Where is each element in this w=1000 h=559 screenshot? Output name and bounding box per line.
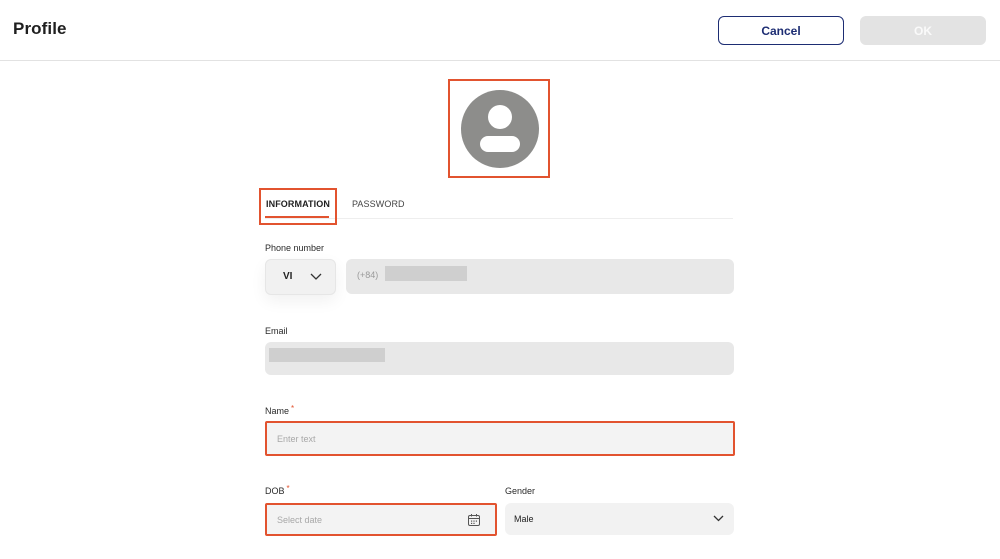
cancel-button[interactable]: Cancel: [718, 16, 844, 45]
gender-label: Gender: [505, 486, 536, 496]
redacted-email-value: [269, 348, 385, 362]
avatar-frame[interactable]: [448, 79, 550, 178]
phone-prefix: (+84): [357, 270, 379, 280]
redacted-phone-value: [385, 266, 467, 281]
ok-button[interactable]: OK: [860, 16, 986, 45]
country-code-value: VI: [283, 271, 293, 282]
page-title: Profile: [13, 19, 67, 38]
tab-password[interactable]: PASSWORD: [352, 199, 405, 209]
gender-value: Male: [514, 514, 534, 524]
chevron-down-icon: [310, 273, 322, 280]
chevron-down-icon: [713, 515, 724, 522]
calendar-icon[interactable]: [467, 513, 481, 527]
required-mark: *: [291, 404, 295, 413]
email-input[interactable]: [265, 342, 734, 375]
phone-number-label: Phone number: [265, 243, 325, 253]
active-tab-indicator: [265, 216, 329, 218]
tab-information[interactable]: INFORMATION: [266, 199, 330, 209]
profile-tabs: INFORMATION PASSWORD: [259, 186, 733, 225]
required-mark: *: [286, 484, 290, 493]
name-placeholder: Enter text: [277, 434, 316, 444]
name-label: Name *: [265, 404, 295, 416]
phone-number-input[interactable]: (+84): [346, 259, 734, 294]
name-input[interactable]: Enter text: [265, 421, 735, 456]
country-code-select[interactable]: VI: [265, 259, 336, 295]
dob-label: DOB *: [265, 484, 290, 496]
dob-label-text: DOB: [265, 486, 285, 496]
gender-select[interactable]: Male: [505, 503, 734, 535]
dob-placeholder: Select date: [277, 515, 323, 525]
user-avatar-icon[interactable]: [461, 90, 539, 168]
dob-date-picker[interactable]: Select date: [265, 503, 497, 536]
header-bar: Profile Cancel OK: [0, 0, 1000, 61]
name-label-text: Name: [265, 406, 290, 416]
email-label: Email: [265, 326, 288, 336]
